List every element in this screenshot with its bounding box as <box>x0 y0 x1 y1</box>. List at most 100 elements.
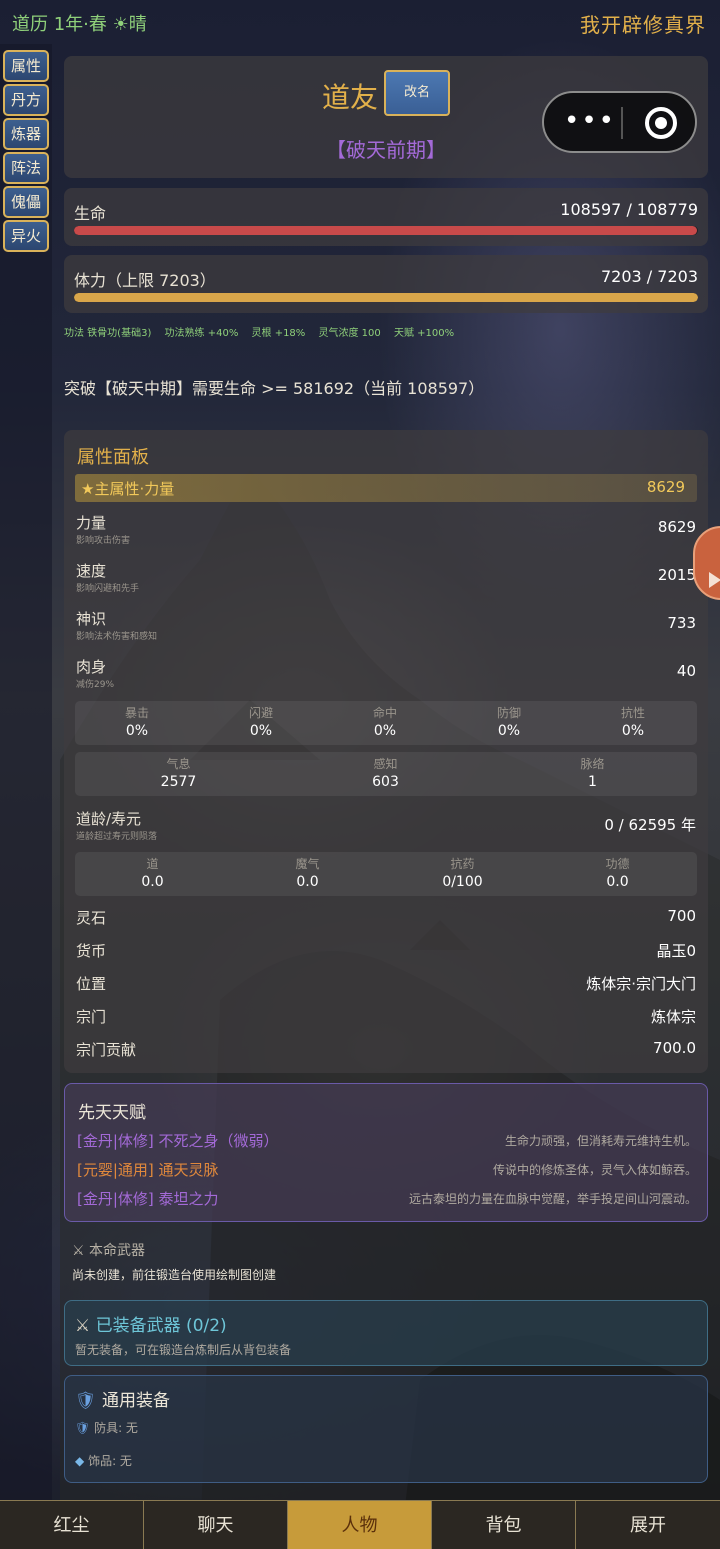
app-title: 我开辟修真界 <box>580 13 706 37</box>
accessory-slot-text: 饰品: 无 <box>88 1454 132 1468</box>
attribute-label: 肉身 <box>76 658 107 676</box>
attribute-hint: 影响闪避和先手 <box>76 584 140 594</box>
shield-icon: 🛡 <box>75 1391 97 1411</box>
sidebar-item-formations[interactable]: 阵法符 <box>3 152 49 205</box>
capsule-divider <box>621 107 623 139</box>
attribute-panel-title: 属性面板 <box>77 447 149 468</box>
bottom-tab-bar: 红尘 聊天 人物 背包 展开 <box>0 1500 720 1549</box>
life-bar-track <box>74 226 698 235</box>
play-icon <box>709 572 720 588</box>
player-name: 道友 <box>322 81 379 114</box>
miniprogram-capsule: ••• <box>542 91 697 153</box>
talent-desc: 远古泰坦的力量在血脉中觉醒，举手投足间山河震动。 <box>408 1192 697 1206</box>
combat-stat: 命中 0% <box>372 706 397 739</box>
attribute-hint: 影响攻击伤害 <box>76 536 131 546</box>
crossed-swords-icon: ⚔ <box>75 1316 91 1336</box>
cultivation-bonuses: 功法 铁骨功(基础3) 功法熟练 +40% 灵根 +18% 灵气浓度 100 天… <box>64 324 464 339</box>
bonus-item: 灵根 +18% <box>251 328 306 339</box>
tab-chat[interactable]: 聊天 <box>144 1501 288 1549</box>
dao-stat: 道 0.0 <box>141 857 164 890</box>
lifespan-value: 0 / 62595 年 <box>604 816 696 834</box>
combat-stat: 抗性 0% <box>620 706 645 739</box>
tab-backpack[interactable]: 背包 <box>432 1501 576 1549</box>
talent-item: [金丹|体修] 泰坦之力 远古泰坦的力量在血脉中觉醒，举手投足间山河震动。 <box>77 1188 697 1208</box>
natal-weapon-section: ⚔ 本命武器 尚未创建，前往锻造台使用绘制图创建 <box>72 1240 276 1283</box>
talent-desc: 传说中的修炼圣体，灵气入体如鲸吞。 <box>492 1163 697 1177</box>
talent-item: [元婴|通用] 通天灵脉 传说中的修炼圣体，灵气入体如鲸吞。 <box>77 1159 697 1179</box>
bonus-item: 功法 铁骨功(基础3) <box>64 328 152 339</box>
combat-stat: 暴击 0% <box>124 706 149 739</box>
bonus-item: 天赋 +100% <box>393 328 455 339</box>
life-bar-fill <box>74 226 697 235</box>
dao-stats-grid: 道 0.0 魔气 0.0 抗药 0/100 功德 0.0 <box>75 852 697 896</box>
talents-title: 先天天赋 <box>78 1103 146 1123</box>
crossed-swords-icon: ⚔ <box>72 1243 85 1259</box>
resource-row: 宗门 炼体宗 <box>76 1008 696 1026</box>
life-value: 108597 / 108779 <box>560 200 698 219</box>
attribute-panel: 属性面板 ★主属性·力量 8629 力量 影响攻击伤害 8629 速度 影响闪避… <box>64 430 708 1073</box>
inner-stat: 气息 2577 <box>160 757 197 790</box>
sidebar-item-attributes[interactable]: 属性 <box>3 50 49 82</box>
breakthrough-requirement: 突破【破天中期】需要生命 >= 581692（当前 108597） <box>64 379 485 398</box>
lifespan-label: 道龄/寿元 <box>76 810 142 828</box>
inner-stat: 脉络 1 <box>580 757 605 790</box>
natal-weapon-title-text: 本命武器 <box>89 1243 146 1259</box>
talent-desc: 生命力顽强，但消耗寿元维持生机。 <box>504 1134 697 1148</box>
accessory-slot[interactable]: ◆ 饰品: 无 <box>75 1452 132 1469</box>
inner-stats-grid: 气息 2577 感知 603 脉络 1 <box>75 752 697 796</box>
natal-weapon-desc: 尚未创建，前往锻造台使用绘制图创建 <box>72 1268 277 1282</box>
tab-expand[interactable]: 展开 <box>576 1501 720 1549</box>
armor-slot-text: 防具: 无 <box>94 1421 138 1435</box>
stamina-bar-track <box>74 293 698 302</box>
equipped-weapons-title: ⚔ 已装备武器 (0/2) <box>75 1311 227 1336</box>
armor-slot[interactable]: 🛡 防具: 无 <box>75 1419 138 1436</box>
talent-name: [元婴|通用] 通天灵脉 <box>77 1161 219 1179</box>
talent-item: [金丹|体修] 不死之身（微弱） 生命力顽强，但消耗寿元维持生机。 <box>77 1130 697 1150</box>
inner-stat: 感知 603 <box>372 757 399 790</box>
attribute-label: 力量 <box>76 514 107 532</box>
general-gear-panel: 🛡 通用装备 🛡 防具: 无 ◆ 饰品: 无 <box>64 1375 708 1483</box>
dao-stat: 功德 0.0 <box>605 857 630 890</box>
attribute-value: 40 <box>676 662 696 680</box>
attribute-label: 速度 <box>76 562 107 580</box>
combat-stat: 防御 0% <box>496 706 521 739</box>
sidebar: 属性 丹方 炼器 阵法符 傀儡 异火 <box>0 44 52 1500</box>
main-attribute-value: 8629 <box>646 478 685 496</box>
dao-stat: 抗药 0/100 <box>442 857 483 890</box>
main-attribute-label: ★主属性·力量 <box>81 480 175 498</box>
gem-icon: ◆ <box>75 1454 85 1468</box>
tab-hongchen[interactable]: 红尘 <box>0 1501 144 1549</box>
sidebar-item-recipes[interactable]: 丹方 <box>3 84 49 116</box>
more-menu-button[interactable]: ••• <box>564 107 616 135</box>
talent-name: [金丹|体修] 泰坦之力 <box>77 1190 219 1208</box>
stamina-panel: 体力（上限 7203） 7203 / 7203 <box>64 255 708 313</box>
sidebar-item-fire[interactable]: 异火 <box>3 220 49 252</box>
general-gear-title: 🛡 通用装备 <box>75 1386 170 1411</box>
innate-talents-panel: 先天天赋 [金丹|体修] 不死之身（微弱） 生命力顽强，但消耗寿元维持生机。 [… <box>64 1083 708 1222</box>
sidebar-item-puppets[interactable]: 傀儡 <box>3 186 49 218</box>
close-miniprogram-icon[interactable] <box>645 107 677 139</box>
combat-stat: 闪避 0% <box>248 706 273 739</box>
resource-row: 宗门贡献 700.0 <box>76 1039 696 1059</box>
equipped-weapons-desc: 暂无装备，可在锻造台炼制后从背包装备 <box>75 1343 292 1357</box>
general-gear-title-text: 通用装备 <box>102 1391 170 1411</box>
tab-character[interactable]: 人物 <box>288 1501 432 1549</box>
rename-button[interactable]: 改名 <box>384 70 450 116</box>
combat-stats-grid: 暴击 0% 闪避 0% 命中 0% 防御 0% 抗性 0% <box>75 701 697 745</box>
attribute-hint: 减伤29% <box>76 680 115 690</box>
life-panel: 生命 108597 / 108779 <box>64 188 708 246</box>
attribute-label: 神识 <box>76 610 107 628</box>
attribute-value: 733 <box>667 614 696 632</box>
resource-row: 位置 炼体宗·宗门大门 <box>76 975 696 993</box>
talent-name: [金丹|体修] 不死之身（微弱） <box>77 1132 279 1150</box>
life-label: 生命 <box>74 204 107 223</box>
equipped-weapons-panel: ⚔ 已装备武器 (0/2) 暂无装备，可在锻造台炼制后从背包装备 <box>64 1300 708 1366</box>
resource-row: 货币 晶玉0 <box>76 942 696 960</box>
attribute-value: 2015 <box>657 566 696 584</box>
dao-stat: 魔气 0.0 <box>295 857 320 890</box>
top-bar: 道历 1年·春 ☀晴 我开辟修真界 <box>0 0 720 44</box>
resource-row: 灵石 700 <box>76 907 696 927</box>
stamina-label: 体力（上限 7203） <box>74 271 216 290</box>
natal-weapon-title: ⚔ 本命武器 <box>72 1240 276 1260</box>
sidebar-item-forging[interactable]: 炼器 <box>3 118 49 150</box>
